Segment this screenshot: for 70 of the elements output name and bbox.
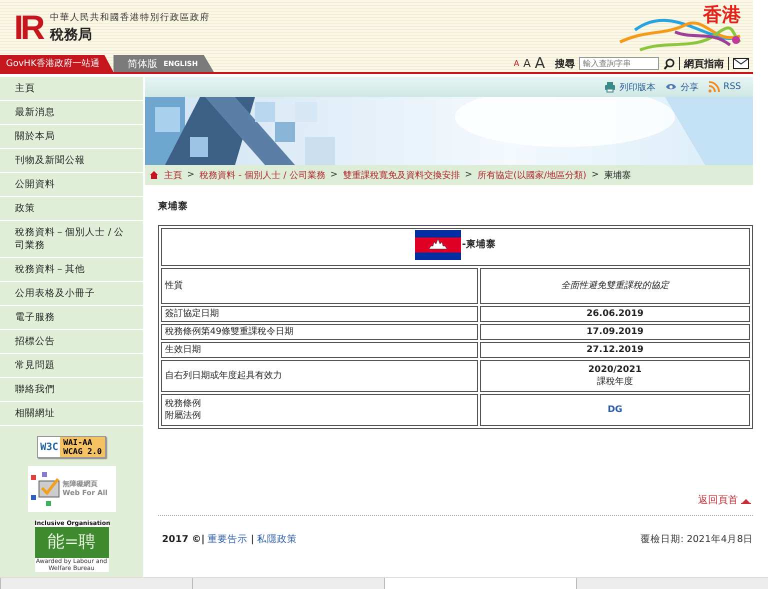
breadcrumb-link[interactable]: 所有協定(以國家/地區分類) xyxy=(477,168,586,182)
breadcrumb-separator: > xyxy=(464,170,472,180)
review-date: 覆檢日期: 2021年4月8日 xyxy=(640,533,753,546)
table-cell: 性質 xyxy=(161,268,478,304)
sidebar-item[interactable]: 電子服務 xyxy=(2,306,143,329)
badge-text: W3C xyxy=(39,440,60,454)
site-guide-link[interactable]: 網頁指南 xyxy=(684,56,724,70)
breadcrumb-current: 柬埔寨 xyxy=(604,170,631,182)
table-title: -柬埔寨 xyxy=(462,239,496,251)
up-arrow-icon xyxy=(741,496,751,504)
breadcrumb-link[interactable]: 主頁 xyxy=(164,168,182,182)
rss-link[interactable]: RSS xyxy=(708,81,741,93)
brand-logo: 香港 xyxy=(703,3,741,28)
table-cell: 稅務條例 附屬法例 xyxy=(161,394,478,426)
sidebar-item[interactable]: 招標公告 xyxy=(2,330,143,353)
table-cell: 自右列日期或年度起具有效力 xyxy=(161,360,478,392)
breadcrumb-separator: > xyxy=(187,170,195,180)
home-icon xyxy=(149,170,159,180)
search-icon[interactable] xyxy=(663,58,675,70)
table-cell: 全面性避免雙重課稅的協定 xyxy=(480,268,750,304)
breadcrumb-link[interactable]: 雙重課稅寬免及資料交換安排 xyxy=(342,168,460,182)
sidebar-item[interactable]: 聯絡我們 xyxy=(2,378,143,401)
badge-text: WAI-AA xyxy=(63,438,94,447)
table-cell: 27.12.2019 xyxy=(480,342,750,358)
table-cell: 生效日期 xyxy=(161,342,478,358)
printer-icon xyxy=(604,81,616,93)
table-cell: 2020/2021 課稅年度 xyxy=(480,360,750,392)
badge-text: 能=聘 xyxy=(34,527,108,558)
rss-icon xyxy=(708,81,720,93)
govhk-link[interactable]: GovHK香港政府一站通 xyxy=(0,55,114,72)
sidebar-item[interactable]: 最新消息 xyxy=(2,101,143,124)
table-cell: 17.09.2019 xyxy=(480,324,750,340)
share-link[interactable]: 分享 xyxy=(665,80,698,94)
footer-link[interactable]: 私隱政策 xyxy=(256,533,297,546)
badge-text: WCAG 2.0 xyxy=(63,447,102,456)
breadcrumb-separator: > xyxy=(591,170,599,180)
mail-icon[interactable] xyxy=(733,58,749,69)
logo[interactable]: IR xyxy=(14,10,42,44)
font-size-link[interactable]: A xyxy=(534,56,545,71)
breadcrumb-separator: > xyxy=(330,170,338,180)
sidebar-item[interactable]: 公開資料 xyxy=(2,173,143,196)
language-link[interactable]: 简体版 xyxy=(127,56,158,70)
footer-link[interactable]: 重要告示 xyxy=(208,533,248,546)
dg-link[interactable]: DG xyxy=(608,405,622,415)
flag-icon xyxy=(415,230,462,260)
table-cell: 26.06.2019 xyxy=(480,306,750,322)
search-label: 搜尋 xyxy=(555,58,575,70)
print-link[interactable]: 列印版本 xyxy=(604,80,656,94)
sidebar-item[interactable]: 刊物及新聞公報 xyxy=(2,149,143,172)
department-name: 稅務局 xyxy=(50,26,93,44)
search-field[interactable]: 輸入查詢字串 xyxy=(579,57,659,70)
table-cell: 簽訂協定日期 xyxy=(161,306,478,322)
font-size-link[interactable]: A xyxy=(514,60,520,68)
sidebar-item[interactable]: 主頁 xyxy=(2,77,143,100)
government-name: 中華人民共和國香港特別行政區政府 xyxy=(50,12,210,24)
copyright-text: 2017 ©| xyxy=(162,534,205,545)
page-heading: 柬埔寨 xyxy=(158,200,189,213)
font-size-link[interactable]: A xyxy=(523,58,531,69)
back-to-top-link[interactable]: 返回頁首 xyxy=(698,493,738,507)
table-cell: 稅務條例第49條雙重課稅令日期 xyxy=(161,324,478,340)
checkmark-computer-icon xyxy=(30,471,60,507)
sidebar-item[interactable]: 常見問題 xyxy=(2,354,143,377)
sidebar-item[interactable]: 公用表格及小冊子 xyxy=(2,282,143,305)
sidebar-item[interactable]: 關於本局 xyxy=(2,125,143,148)
sidebar-item[interactable]: 稅務資料－其他 xyxy=(2,258,143,281)
footer-separator: | xyxy=(250,534,254,545)
sidebar-item[interactable]: 相關網址 xyxy=(2,402,143,425)
breadcrumb-link[interactable]: 稅務資料 - 個別人士 / 公司業務 xyxy=(200,168,326,182)
sidebar-item[interactable]: 稅務資料－個別人士 / 公司業務 xyxy=(2,221,143,257)
sidebar-item[interactable]: 政策 xyxy=(2,197,143,220)
